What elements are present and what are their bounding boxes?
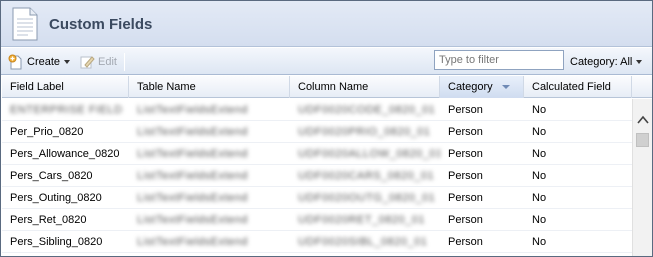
cell-table-name: ListTextFieldsExtend	[137, 104, 248, 116]
table-row[interactable]: Pers_Outing_0820 ListTextFieldsExtend UD…	[2, 187, 632, 209]
table-row[interactable]: Per_Prio_0820 ListTextFieldsExtend UDF00…	[2, 121, 632, 143]
cell-table-name: ListTextFieldsExtend	[137, 148, 248, 160]
column-header-calculated-field[interactable]: Calculated Field	[524, 76, 632, 98]
cell-calculated: No	[532, 148, 547, 160]
chevron-down-icon	[64, 59, 71, 64]
cell-column-name: UDF0020PRIO_0820_01	[298, 126, 431, 138]
cell-column-name: UDF0020CODE_0820_01	[298, 104, 436, 116]
cell-category: Person	[448, 192, 483, 204]
cell-field-label: ENTERPRISE FIELD	[10, 104, 123, 116]
table-row[interactable]: Pers_Allowance_0820 ListTextFieldsExtend…	[2, 143, 632, 165]
toolbar: Create Edit Category: All	[1, 48, 652, 75]
custom-fields-panel: Custom Fields Create Edit Category: All	[0, 0, 653, 257]
toolbar-separator	[124, 53, 125, 71]
scrollbar-thumb[interactable]	[636, 133, 649, 147]
panel-header: Custom Fields	[1, 1, 652, 47]
custom-fields-grid: Field Label Table Name Column Name Categ…	[2, 76, 652, 256]
filter-input[interactable]	[434, 50, 564, 70]
cell-column-name: UDF0020CARS_0820_01	[298, 170, 435, 182]
cell-field-label: Pers_Outing_0820	[10, 192, 102, 204]
create-button-label: Create	[27, 55, 61, 68]
edit-button[interactable]: Edit	[80, 53, 117, 70]
category-filter-label: Category: All	[570, 56, 633, 68]
column-header-field-label[interactable]: Field Label	[2, 76, 129, 98]
cell-category: Person	[448, 214, 483, 226]
cell-calculated: No	[532, 126, 547, 138]
column-header-category[interactable]: Category	[440, 76, 524, 98]
cell-table-name: ListTextFieldsExtend	[137, 192, 248, 204]
document-icon	[12, 7, 38, 41]
cell-calculated: No	[532, 104, 547, 116]
cell-field-label: Pers_Ret_0820	[10, 214, 87, 226]
cell-calculated: No	[532, 214, 547, 226]
cell-table-name: ListTextFieldsExtend	[137, 236, 248, 248]
vertical-scrollbar[interactable]	[632, 99, 652, 256]
cell-field-label: Pers_Allowance_0820	[10, 148, 120, 160]
cell-table-name: ListTextFieldsExtend	[137, 170, 248, 182]
category-filter-select[interactable]: Category: All	[570, 54, 643, 70]
cell-category: Person	[448, 104, 483, 116]
table-row[interactable]: ENTERPRISE FIELD ListTextFieldsExtend UD…	[2, 99, 632, 121]
edit-button-label: Edit	[98, 55, 117, 68]
cell-calculated: No	[532, 192, 547, 204]
sort-descending-icon	[501, 85, 510, 90]
cell-category: Person	[448, 170, 483, 182]
cell-column-name: UDF0020RET_0820_01	[298, 214, 426, 226]
table-row[interactable]: Pers_Cars_0820 ListTextFieldsExtend UDF0…	[2, 165, 632, 187]
grid-body: ENTERPRISE FIELD ListTextFieldsExtend UD…	[2, 99, 632, 256]
cell-category: Person	[448, 148, 483, 160]
cell-calculated: No	[532, 170, 547, 182]
cell-category: Person	[448, 126, 483, 138]
table-row[interactable]: Pers_Ret_0820 ListTextFieldsExtend UDF00…	[2, 209, 632, 231]
grid-header: Field Label Table Name Column Name Categ…	[2, 76, 652, 98]
new-document-icon	[8, 54, 22, 69]
chevron-down-icon	[636, 60, 643, 64]
page-title: Custom Fields	[49, 16, 153, 33]
cell-field-label: Per_Prio_0820	[10, 126, 84, 138]
edit-icon	[80, 56, 95, 69]
table-row[interactable]: Pers_Sibling_0820 ListTextFieldsExtend U…	[2, 231, 632, 253]
cell-table-name: ListTextFieldsExtend	[137, 126, 248, 138]
cell-table-name: ListTextFieldsExtend	[137, 214, 248, 226]
column-header-table-name[interactable]: Table Name	[129, 76, 290, 98]
column-header-spacer	[632, 76, 652, 98]
cell-category: Person	[448, 236, 483, 248]
cell-column-name: UDF0020SIBL_0820_01	[298, 236, 428, 248]
create-button[interactable]: Create	[8, 53, 71, 70]
column-header-column-name[interactable]: Column Name	[290, 76, 440, 98]
cell-field-label: Pers_Sibling_0820	[10, 236, 103, 248]
cell-column-name: UDF0020ALLOW_0820_01	[298, 148, 440, 160]
cell-column-name: UDF0020OUTG_0820_01	[298, 192, 436, 204]
chevron-up-icon[interactable]	[637, 115, 649, 125]
cell-calculated: No	[532, 236, 547, 248]
cell-field-label: Pers_Cars_0820	[10, 170, 93, 182]
